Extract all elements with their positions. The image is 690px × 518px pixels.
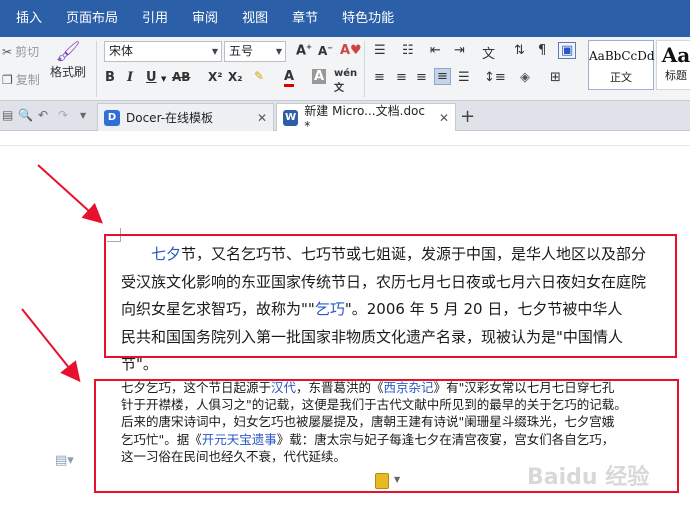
document-tab-bar: ▤ 🔍 ↶ ↷ ▼ D Docer-在线模板 ✕ W 新建 Micro...文档…: [0, 101, 690, 133]
ribbon-separator: [364, 41, 365, 97]
numbered-list-icon[interactable]: ☷: [402, 43, 414, 58]
menu-special-features[interactable]: 特色功能: [330, 0, 406, 37]
menu-references[interactable]: 引用: [130, 0, 180, 37]
superscript-icon[interactable]: X²: [208, 70, 223, 84]
style-heading-name: 标题: [665, 69, 687, 82]
cut-label: 剪切: [15, 45, 40, 59]
align-center-icon[interactable]: ≡: [396, 70, 407, 85]
close-icon[interactable]: ✕: [257, 111, 267, 125]
chevron-down-icon[interactable]: ▼: [80, 111, 86, 120]
style-normal-name: 正文: [610, 71, 632, 84]
chevron-down-icon: ▼: [211, 47, 218, 56]
paragraph-options-icon[interactable]: ▤▾: [55, 453, 74, 468]
chevron-down-icon[interactable]: ▼: [161, 75, 166, 83]
menu-insert[interactable]: 插入: [0, 0, 54, 37]
menu-review[interactable]: 审阅: [180, 0, 230, 37]
align-left-icon[interactable]: ≡: [374, 70, 385, 85]
undo-icon[interactable]: ↶: [38, 108, 48, 122]
chevron-down-icon: ▼: [275, 47, 282, 56]
strikethrough-icon[interactable]: AB: [172, 70, 190, 84]
close-icon[interactable]: ✕: [439, 111, 449, 125]
tab-document-title: 新建 Micro...文档.doc *: [304, 104, 425, 133]
decrease-indent-icon[interactable]: ⇤: [430, 43, 441, 58]
font-color-icon[interactable]: A: [284, 69, 295, 87]
tab-current-document[interactable]: W 新建 Micro...文档.doc * ✕: [276, 103, 456, 133]
distributed-align-icon[interactable]: ☰: [458, 70, 470, 85]
borders-icon[interactable]: ⊞: [550, 70, 561, 85]
paste-options-icon[interactable]: [375, 473, 389, 489]
style-normal-sample: AaBbCcDd: [589, 49, 655, 63]
shrink-font-icon[interactable]: A−: [318, 44, 333, 58]
tab-docer-templates[interactable]: D Docer-在线模板 ✕: [97, 103, 274, 131]
italic-icon[interactable]: I: [127, 70, 133, 85]
font-size-value: 五号: [229, 44, 254, 58]
format-painter-button[interactable]: 🖌 格式刷: [50, 41, 86, 80]
copy-label: 复制: [15, 73, 40, 87]
baidu-watermark: Baidu 经验: [527, 465, 650, 490]
annotation-arrow-1: [37, 164, 103, 224]
line-spacing-icon[interactable]: ↕≡: [484, 70, 506, 85]
phonetic-guide-icon[interactable]: wén 文: [334, 68, 357, 94]
shading-fill-icon[interactable]: ◈: [520, 70, 530, 85]
document-canvas[interactable]: 七夕节，又名乞巧节、七巧节或七姐诞，发源于中国，是华人地区以及部分 受汉族文化影…: [0, 131, 690, 518]
style-heading[interactable]: Aa 标题: [656, 40, 690, 90]
menu-bar: 插入 页面布局 引用 审阅 视图 章节 特色功能: [0, 0, 690, 37]
copy-button[interactable]: ❐ 复制: [2, 71, 40, 88]
align-right-icon[interactable]: ≡: [416, 70, 427, 85]
chinese-layout-icon[interactable]: 文: [482, 43, 495, 62]
increase-indent-icon[interactable]: ⇥: [454, 43, 465, 58]
format-painter-label: 格式刷: [50, 65, 87, 79]
menu-page-layout[interactable]: 页面布局: [54, 0, 130, 37]
copy-icon: ❐: [2, 72, 13, 87]
new-tab-icon[interactable]: +: [460, 106, 475, 127]
menu-section[interactable]: 章节: [280, 0, 330, 37]
justify-icon[interactable]: ≡: [434, 68, 451, 85]
docer-logo-icon: D: [104, 109, 120, 126]
font-name-select[interactable]: 宋体 ▼: [104, 41, 222, 62]
style-normal[interactable]: AaBbCcDd 正文: [588, 40, 655, 90]
menu-view[interactable]: 视图: [230, 0, 280, 37]
word-doc-icon: W: [283, 109, 299, 126]
font-size-select[interactable]: 五号 ▼: [224, 41, 286, 62]
char-shading-icon[interactable]: A: [312, 69, 327, 84]
bold-icon[interactable]: B: [105, 70, 115, 85]
bullet-list-icon[interactable]: ☰: [374, 43, 386, 58]
grow-font-icon[interactable]: A+: [296, 43, 312, 58]
style-heading-sample: Aa: [661, 43, 690, 67]
clear-format-icon[interactable]: A♥: [340, 43, 362, 58]
sort-icon[interactable]: ⇅: [514, 43, 525, 58]
save-icon[interactable]: ▤: [2, 108, 13, 122]
underline-icon[interactable]: U: [146, 70, 157, 85]
highlight-icon[interactable]: ✎: [254, 69, 264, 83]
subscript-icon[interactable]: X₂: [228, 70, 243, 84]
font-name-value: 宋体: [109, 44, 134, 58]
show-marks-icon[interactable]: ¶: [538, 43, 546, 58]
ribbon-toolbar: ✂ 剪切 ❐ 复制 🖌 格式刷 宋体 ▼ 五号 ▼ A+ A− A♥ B I U…: [0, 37, 690, 101]
table-border-icon[interactable]: ▣: [558, 42, 577, 59]
redo-icon[interactable]: ↷: [58, 108, 68, 122]
cut-button[interactable]: ✂ 剪切: [2, 43, 39, 60]
annotation-arrow-2: [21, 308, 81, 383]
print-preview-icon[interactable]: 🔍: [18, 108, 33, 122]
scissors-icon: ✂: [2, 44, 13, 59]
ribbon-separator: [96, 41, 97, 97]
tab-docer-title: Docer-在线模板: [126, 111, 214, 125]
paintbrush-icon: 🖌: [55, 39, 81, 63]
chevron-down-icon[interactable]: ▼: [394, 475, 400, 484]
